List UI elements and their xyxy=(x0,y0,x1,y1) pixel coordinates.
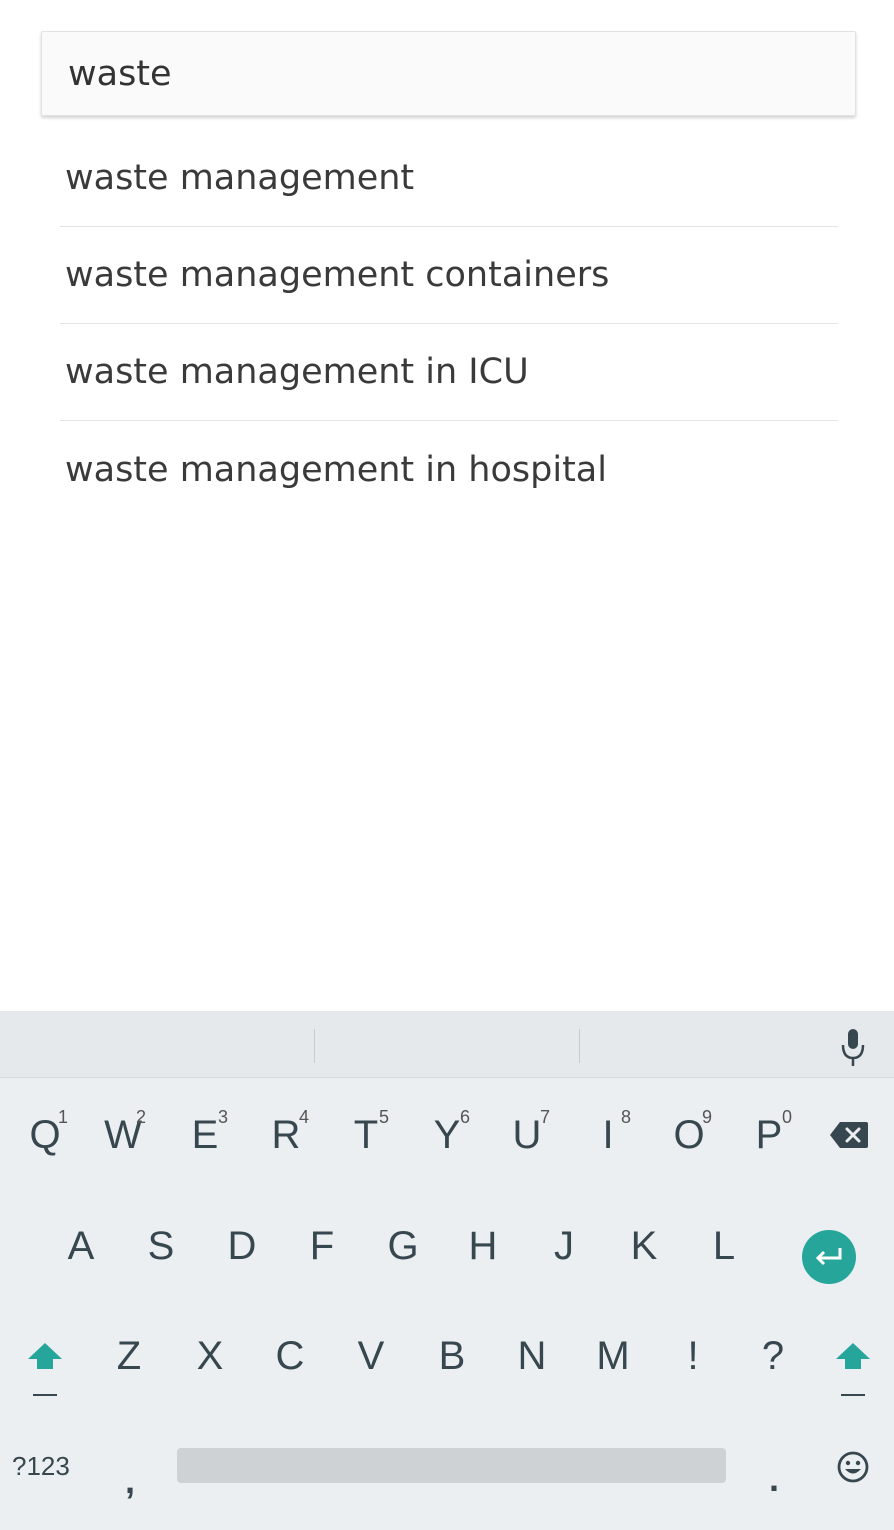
key-y[interactable]: Y6 xyxy=(422,1107,472,1159)
suggestion-item[interactable]: waste management containers xyxy=(60,227,838,324)
keyboard-suggestion-bar xyxy=(0,1011,894,1078)
key-w[interactable]: W2 xyxy=(98,1107,148,1159)
key-e[interactable]: E3 xyxy=(180,1107,230,1159)
key-v[interactable]: V xyxy=(346,1332,396,1380)
key-k[interactable]: K xyxy=(619,1222,669,1270)
key-f[interactable]: F xyxy=(297,1222,347,1270)
spacebar[interactable] xyxy=(177,1448,726,1483)
mic-icon[interactable] xyxy=(840,1028,866,1068)
key-o[interactable]: O9 xyxy=(664,1107,714,1159)
key-r[interactable]: R4 xyxy=(261,1107,311,1159)
shift-icon[interactable] xyxy=(834,1339,872,1397)
key-j[interactable]: J xyxy=(539,1222,589,1270)
key-x[interactable]: X xyxy=(185,1332,235,1380)
suggestion-item[interactable]: waste management in ICU xyxy=(60,324,838,421)
search-input[interactable] xyxy=(42,32,855,115)
key-l[interactable]: L xyxy=(699,1222,749,1270)
key-a[interactable]: A xyxy=(56,1222,106,1270)
key-z[interactable]: Z xyxy=(104,1332,154,1380)
search-box[interactable] xyxy=(41,31,856,116)
key-t[interactable]: T5 xyxy=(341,1107,391,1159)
suggestion-item[interactable]: waste management xyxy=(60,130,838,227)
shift-icon[interactable] xyxy=(26,1339,64,1397)
divider xyxy=(314,1029,315,1063)
suggestion-list: waste management waste management contai… xyxy=(60,130,838,518)
key-c[interactable]: C xyxy=(265,1332,315,1380)
key-period[interactable]: . xyxy=(756,1455,792,1503)
key-m[interactable]: M xyxy=(588,1332,638,1380)
symbols-key[interactable]: ?123 xyxy=(12,1451,70,1482)
key-q[interactable]: Q1 xyxy=(20,1107,70,1159)
key-i[interactable]: I8 xyxy=(583,1107,633,1159)
key-p[interactable]: P0 xyxy=(744,1107,794,1159)
key-b[interactable]: B xyxy=(427,1332,477,1380)
key-comma[interactable]: , xyxy=(112,1457,148,1505)
key-g[interactable]: G xyxy=(378,1222,428,1270)
enter-key[interactable] xyxy=(802,1230,856,1284)
key-n[interactable]: N xyxy=(507,1332,557,1380)
key-question[interactable]: ? xyxy=(748,1332,798,1380)
key-u[interactable]: U7 xyxy=(502,1107,552,1159)
key-s[interactable]: S xyxy=(136,1222,186,1270)
soft-keyboard: Q1 W2 E3 R4 T5 Y6 U7 I8 O9 P0 A S D F G … xyxy=(0,1011,894,1530)
key-exclamation[interactable]: ! xyxy=(668,1332,718,1380)
backspace-icon[interactable] xyxy=(828,1120,870,1150)
suggestion-item[interactable]: waste management in hospital xyxy=(60,421,838,518)
key-d[interactable]: D xyxy=(217,1222,267,1270)
divider xyxy=(579,1029,580,1063)
key-h[interactable]: H xyxy=(458,1222,508,1270)
enter-icon xyxy=(815,1248,842,1266)
emoji-icon[interactable] xyxy=(836,1450,870,1484)
